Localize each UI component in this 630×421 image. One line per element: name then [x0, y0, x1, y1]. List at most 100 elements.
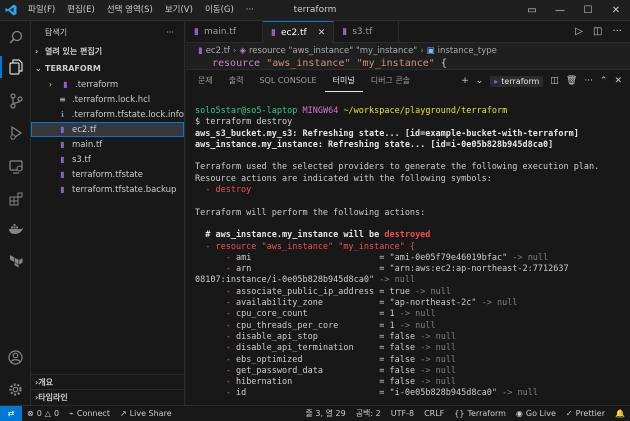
split-editor-icon[interactable]: ◫	[593, 26, 602, 37]
terminal-output[interactable]: solo5star@so5-laptop MINGW64 ~/workspace…	[186, 92, 630, 405]
docker-icon[interactable]	[0, 215, 31, 243]
equals-sign: =	[338, 320, 390, 331]
split-terminal-icon[interactable]: ◫	[550, 76, 559, 86]
encoding[interactable]: UTF-8	[386, 409, 419, 418]
remote-indicator-icon[interactable]: ⇄	[0, 405, 22, 421]
connect-item[interactable]: ⌁ Connect	[64, 409, 115, 418]
arrow: ->	[512, 252, 523, 263]
new-terminal-icon[interactable]: +	[461, 76, 469, 86]
tree-folder[interactable]: › ▮ .terraform	[31, 77, 184, 92]
chevron-down-icon[interactable]: ⌄	[476, 76, 484, 86]
refresh-line-s3: aws_s3_bucket.my_s3: Refreshing state...…	[195, 128, 579, 139]
problems-indicator[interactable]: ⊗ 0 △ 0	[22, 409, 64, 418]
source-control-icon[interactable]	[0, 87, 31, 115]
outline-section[interactable]: › 개요	[31, 374, 185, 389]
arrow-null: -> null	[415, 332, 456, 342]
tree-file[interactable]: ≡ .terraform.lock.hcl	[31, 92, 184, 107]
run-icon[interactable]: ▷	[575, 26, 583, 37]
line-ending[interactable]: CRLF	[419, 409, 449, 418]
terraform-icon[interactable]	[0, 247, 31, 275]
editor-tab[interactable]: ▮ ec2.tf ✕	[263, 21, 335, 43]
terraform-file-icon: ▮	[60, 185, 65, 194]
plan-line-2: Resource actions are indicated with the …	[195, 173, 492, 184]
menu-item[interactable]: 선택 영역(S)	[101, 0, 159, 21]
project-section[interactable]: ⌄ TERRAFORM	[31, 60, 184, 77]
minus-sign: -	[195, 354, 236, 365]
arrow-null: -> null	[395, 321, 436, 331]
breadcrumb-file[interactable]: ec2.tf	[206, 46, 230, 56]
arrow: ->	[420, 343, 431, 354]
window-controls: ▭ — ☐ ✕	[518, 0, 630, 21]
attribute-key: associate_public_ip_address	[235, 286, 375, 297]
remote-explorer-icon[interactable]	[0, 153, 31, 181]
tree-file[interactable]: ▮ main.tf	[31, 137, 184, 152]
panel-actions: + ⌄ ▸ terraform ◫ 🗑 ··· ⌃ ✕	[461, 75, 630, 87]
language-mode[interactable]: {} Terraform	[449, 409, 511, 418]
menu-item[interactable]: 이동(G)	[199, 0, 240, 21]
live-share-item[interactable]: ↗ Live Share	[115, 409, 177, 418]
layout-toggle-icon[interactable]: ▭	[518, 0, 546, 21]
explorer-header: 탐색기 ···	[31, 21, 184, 43]
more-actions-icon[interactable]: ···	[166, 28, 174, 37]
tree-file[interactable]: ▮ terraform.tfstate.backup	[31, 182, 184, 197]
tree-file[interactable]: ▮ s3.tf	[31, 152, 184, 167]
panel-tab[interactable]: 출력	[221, 70, 252, 92]
minus-sign: -	[195, 309, 236, 320]
prompt-path: ~/workspace/playground/terraform	[343, 106, 508, 116]
trash-icon[interactable]: 🗑	[566, 76, 577, 86]
go-live-item[interactable]: ◉ Go Live	[511, 409, 561, 418]
notifications-icon[interactable]: 🔔	[610, 409, 630, 418]
breadcrumb-property[interactable]: instance_type	[438, 46, 497, 56]
close-panel-icon[interactable]: ✕	[614, 76, 622, 86]
terminal-command: $ terraform destroy	[195, 117, 293, 128]
run-debug-icon[interactable]	[0, 119, 31, 147]
more-actions-icon[interactable]: ···	[612, 26, 622, 37]
close-button[interactable]: ✕	[602, 0, 630, 21]
tree-file[interactable]: ▮ terraform.tfstate	[31, 167, 184, 182]
arrow-null: -> null	[415, 343, 456, 353]
menu-item[interactable]: 편집(E)	[61, 0, 101, 21]
tree-file[interactable]: ℹ .terraform.tfstate.lock.info	[31, 107, 184, 122]
more-actions-icon[interactable]: ···	[584, 76, 593, 86]
equals-sign: =	[307, 309, 390, 320]
timeline-section[interactable]: › 타임라인	[31, 389, 185, 404]
go-live-label: Go Live	[525, 409, 556, 418]
tree-file[interactable]: ▮ ec2.tf	[31, 122, 184, 137]
editor-actions: ▷ ◫ ···	[575, 21, 630, 42]
panel-tab[interactable]: 디버그 콘솔	[363, 70, 418, 92]
minimize-button[interactable]: —	[546, 0, 574, 21]
code-editor-line[interactable]: resource "aws_instance" "my_instance" {	[186, 58, 630, 69]
breadcrumb-resource[interactable]: resource "aws_instance" "my_instance"	[249, 46, 417, 56]
account-icon[interactable]	[0, 343, 31, 371]
minus-sign: -	[195, 365, 236, 376]
terminal-selector[interactable]: ▸ terraform	[490, 75, 544, 87]
explorer-sidebar: 탐색기 ··· › 열려 있는 편집기 ⌄ TERRAFORM › ▮ .terra…	[31, 21, 185, 405]
maximize-panel-icon[interactable]: ⌃	[600, 76, 608, 86]
menu-item[interactable]: 보기(V)	[159, 0, 199, 21]
null-value: null	[435, 365, 457, 376]
terraform-file-icon: ▮	[198, 45, 203, 56]
menu-item[interactable]: ···	[240, 0, 260, 21]
panel-tab[interactable]: SQL CONSOLE	[251, 70, 324, 92]
maximize-button[interactable]: ☐	[574, 0, 602, 21]
settings-gear-icon[interactable]	[0, 375, 31, 403]
search-icon[interactable]	[0, 23, 31, 51]
menu-item[interactable]: 파일(F)	[22, 0, 61, 21]
editor-tab[interactable]: ▮ main.tf	[186, 21, 263, 43]
open-editors-section[interactable]: › 열려 있는 편집기	[31, 43, 184, 60]
panel-tab[interactable]: 문제	[190, 70, 221, 92]
cursor-position[interactable]: 줄 3, 열 29	[301, 408, 351, 419]
panel-tab[interactable]: 터미널	[324, 70, 363, 92]
arrow: ->	[399, 320, 410, 331]
prettier-item[interactable]: ✓ Prettier	[561, 409, 610, 418]
editor-tab[interactable]: ▮ s3.tf	[334, 21, 400, 43]
explorer-icon[interactable]	[0, 53, 31, 81]
extensions-icon[interactable]	[0, 185, 31, 213]
attribute-key: ami	[235, 252, 252, 263]
indentation[interactable]: 공백: 2	[351, 408, 386, 419]
close-tab-icon[interactable]: ✕	[318, 28, 326, 38]
chevron-right-icon: ›	[48, 80, 53, 89]
terminal-name: terraform	[501, 76, 540, 86]
attribute-value: false	[389, 354, 416, 365]
minus-sign: -	[195, 331, 236, 342]
